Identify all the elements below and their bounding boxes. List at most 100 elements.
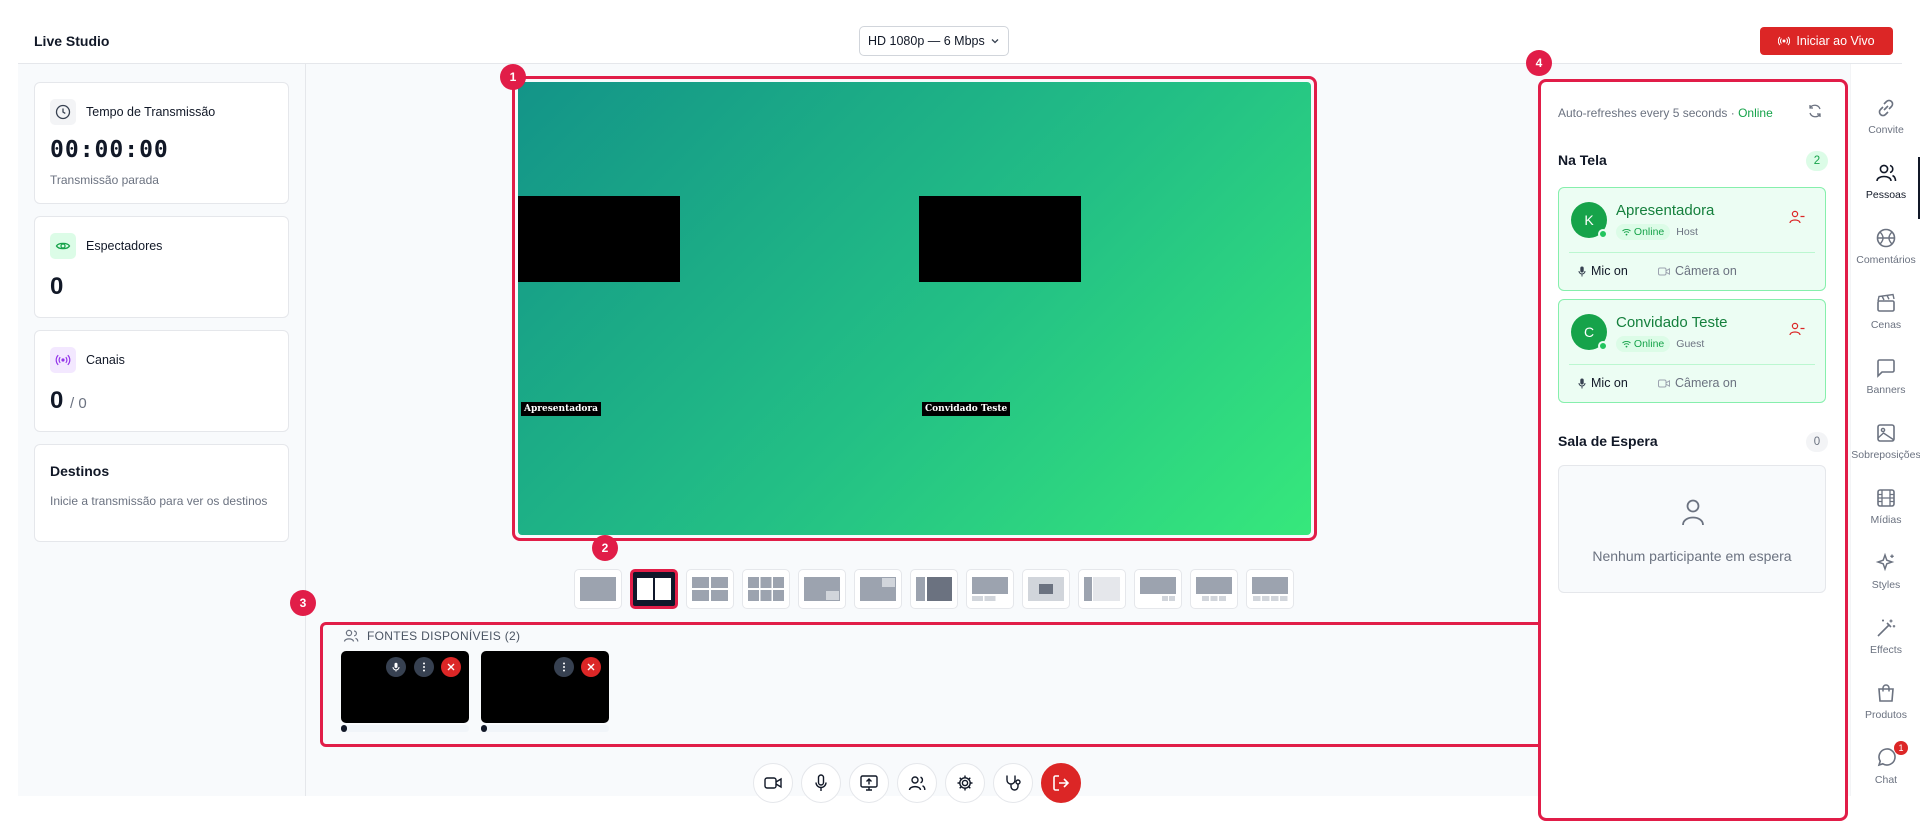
participant-name: Apresentadora [1616,202,1715,219]
rail-item-banners[interactable]: Banners [1851,345,1920,407]
stage-label-convidado: Convidado Teste [922,402,1011,416]
stage-preview[interactable]: Apresentadora Convidado Teste [518,82,1311,535]
screen-share-button[interactable] [849,763,889,803]
close-icon[interactable] [441,657,461,677]
participant-card[interactable]: C Convidado Teste Online Guest Mic on Câ… [1558,299,1826,403]
destinations-card: Destinos Inicie a transmissão para ver o… [34,444,289,542]
layout-side-by-side-button[interactable] [630,569,678,609]
layout-grid-button[interactable] [742,569,790,609]
time-value: 00:00:00 [50,137,169,163]
waiting-room-empty-text: Nenhum participante em espera [1592,548,1792,564]
layout-two-rows-button[interactable] [686,569,734,609]
rail-item-label: Sobreposições [1851,448,1920,461]
callout-badge-3: 3 [290,590,316,616]
remove-from-stage-icon[interactable] [1789,322,1805,336]
mic-icon[interactable] [386,657,406,677]
layout-center-small-button[interactable] [1022,569,1070,609]
callout-badge-4: 4 [1526,50,1552,76]
mic-icon [1578,378,1586,389]
rail-item-sobreposicoes[interactable]: Sobreposições [1851,410,1920,472]
chevron-down-icon [990,36,1000,46]
layout-pip-bottom-right-button[interactable] [798,569,846,609]
film-icon [1875,487,1897,509]
participants-button[interactable] [897,763,937,803]
mic-status[interactable]: Mic on [1578,376,1628,390]
online-dot [1598,341,1608,351]
rail-item-effects[interactable]: Effects [1851,605,1920,667]
settings-button[interactable] [945,763,985,803]
rail-item-label: Comentários [1856,253,1916,266]
more-vertical-icon[interactable] [414,657,434,677]
time-card: Tempo de Transmissão 00:00:00 Transmissã… [34,82,289,204]
clock-icon [50,99,76,125]
source-audio-meter-2 [481,725,609,732]
channels-value: 0 [50,387,64,414]
camera-status[interactable]: Câmera on [1658,264,1737,278]
sources-header: FONTES DISPONÍVEIS (2) [343,629,520,643]
source-tile-2[interactable] [481,651,609,723]
layout-strip-bottom-2-button[interactable] [1134,569,1182,609]
start-live-button[interactable]: Iniciar ao Vivo [1760,27,1893,55]
people-panel: Auto-refreshes every 5 seconds · Online … [1538,79,1848,821]
source-tile-1[interactable] [341,651,469,723]
message-square-icon [1875,357,1897,379]
on-screen-count: 2 [1806,151,1828,171]
more-vertical-icon[interactable] [554,657,574,677]
avatar-initial: K [1584,212,1594,228]
video-icon [1658,267,1670,276]
rail-item-label: Chat [1874,773,1898,786]
camera-toggle-button[interactable] [753,763,793,803]
rail-item-label: Cenas [1870,318,1902,331]
rail-item-chat[interactable]: Chat 1 [1851,735,1920,797]
rail-item-comentarios[interactable]: Comentários [1851,215,1920,277]
layout-strip-bottom-4-button[interactable] [1246,569,1294,609]
rail-item-pessoas[interactable]: Pessoas [1851,150,1920,212]
participant-meta: Online Host [1616,224,1698,240]
rail-item-styles[interactable]: Styles [1851,540,1920,602]
viewers-value: 0 [50,273,64,300]
avatar: C [1571,314,1608,351]
participant-meta: Online Guest [1616,336,1704,352]
camera-feed-apresentadora [518,196,680,282]
layout-pip-top-right-button[interactable] [854,569,902,609]
app-root: Live Studio HD 1080p — 6 Mbps Iniciar ao… [18,18,1920,821]
viewers-label: Espectadores [86,239,163,253]
close-icon[interactable] [581,657,601,677]
user-icon [1681,498,1705,526]
rail-item-convite[interactable]: Convite [1851,85,1920,147]
layout-strip-bottom-button[interactable] [966,569,1014,609]
quality-select[interactable]: HD 1080p — 6 Mbps [859,26,1009,56]
chat-unread-badge: 1 [1894,741,1908,755]
rail-item-cenas[interactable]: Cenas [1851,280,1920,342]
layout-strip-bottom-3-button[interactable] [1190,569,1238,609]
broadcast-icon [1778,35,1791,47]
stage-label-apresentadora: Apresentadora [521,402,601,416]
refresh-icon[interactable] [1807,103,1823,119]
eye-icon [50,233,76,259]
right-tool-rail: Convite Pessoas Comentários Cenas Banner… [1850,64,1920,796]
mic-label: Mic on [1591,264,1628,278]
rail-item-label: Banners [1866,383,1906,396]
participant-card[interactable]: K Apresentadora Online Host Mic on Câmer… [1558,187,1826,291]
leave-studio-button[interactable] [1041,763,1081,803]
camera-status[interactable]: Câmera on [1658,376,1737,390]
layout-single-button[interactable] [574,569,622,609]
mic-toggle-button[interactable] [801,763,841,803]
users-icon [343,629,359,643]
rail-item-midias[interactable]: Mídias [1851,475,1920,537]
remove-from-stage-icon[interactable] [1789,210,1805,224]
callout-badge-1: 1 [500,64,526,90]
rail-item-produtos[interactable]: Produtos [1851,670,1920,732]
diagnostics-button[interactable] [993,763,1033,803]
rail-item-label: Mídias [1870,513,1902,526]
available-sources-panel: FONTES DISPONÍVEIS (2) [320,622,1545,747]
layout-sidebar-left-button[interactable] [910,569,958,609]
auto-refresh-note: Auto-refreshes every 5 seconds · Online [1558,106,1773,120]
mic-status[interactable]: Mic on [1578,264,1628,278]
camera-label: Câmera on [1675,376,1737,390]
waiting-room-count: 0 [1806,432,1828,452]
waiting-room-empty: Nenhum participante em espera [1558,465,1826,593]
video-icon [1658,379,1670,388]
layout-sidebar-thin-button[interactable] [1078,569,1126,609]
magic-wand-icon [1875,617,1897,639]
